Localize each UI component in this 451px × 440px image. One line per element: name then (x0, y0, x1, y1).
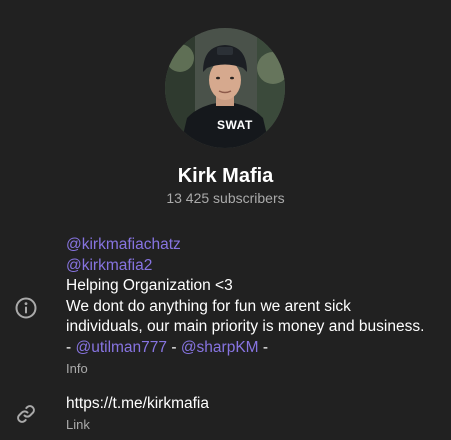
mention-link[interactable]: @utilman777 (75, 339, 167, 356)
separator-text: - (258, 338, 269, 356)
mention-link[interactable]: @sharpKM (181, 339, 259, 356)
description-line: individuals, our main priority is money … (66, 318, 425, 335)
subscriber-count: 13 425 subscribers (166, 190, 285, 206)
description-line: We dont do anything for fun we arent sic… (66, 297, 351, 315)
separator-text: - (167, 338, 181, 356)
channel-link[interactable]: https://t.me/kirkmafia (66, 394, 446, 414)
channel-link-row[interactable]: https://t.me/kirkmafia Link (66, 394, 446, 434)
channel-name: Kirk Mafia (177, 165, 274, 187)
mention-link[interactable]: @kirkmafia2 (66, 257, 152, 274)
info-caption: Info (66, 361, 88, 376)
description-line: - @utilman777 - @sharpKM - (66, 338, 446, 359)
description-line: Helping Organization <3 (66, 277, 233, 294)
link-caption: Link (66, 417, 90, 432)
channel-avatar[interactable]: SWAT (165, 28, 285, 148)
avatar-badge: SWAT (217, 118, 253, 132)
link-icon (17, 405, 35, 423)
info-circle-icon (15, 297, 37, 319)
mention-link[interactable]: @kirkmafiachatz (66, 236, 181, 253)
info-section[interactable]: @kirkmafiachatz @kirkmafia2 Helping Orga… (66, 235, 446, 378)
